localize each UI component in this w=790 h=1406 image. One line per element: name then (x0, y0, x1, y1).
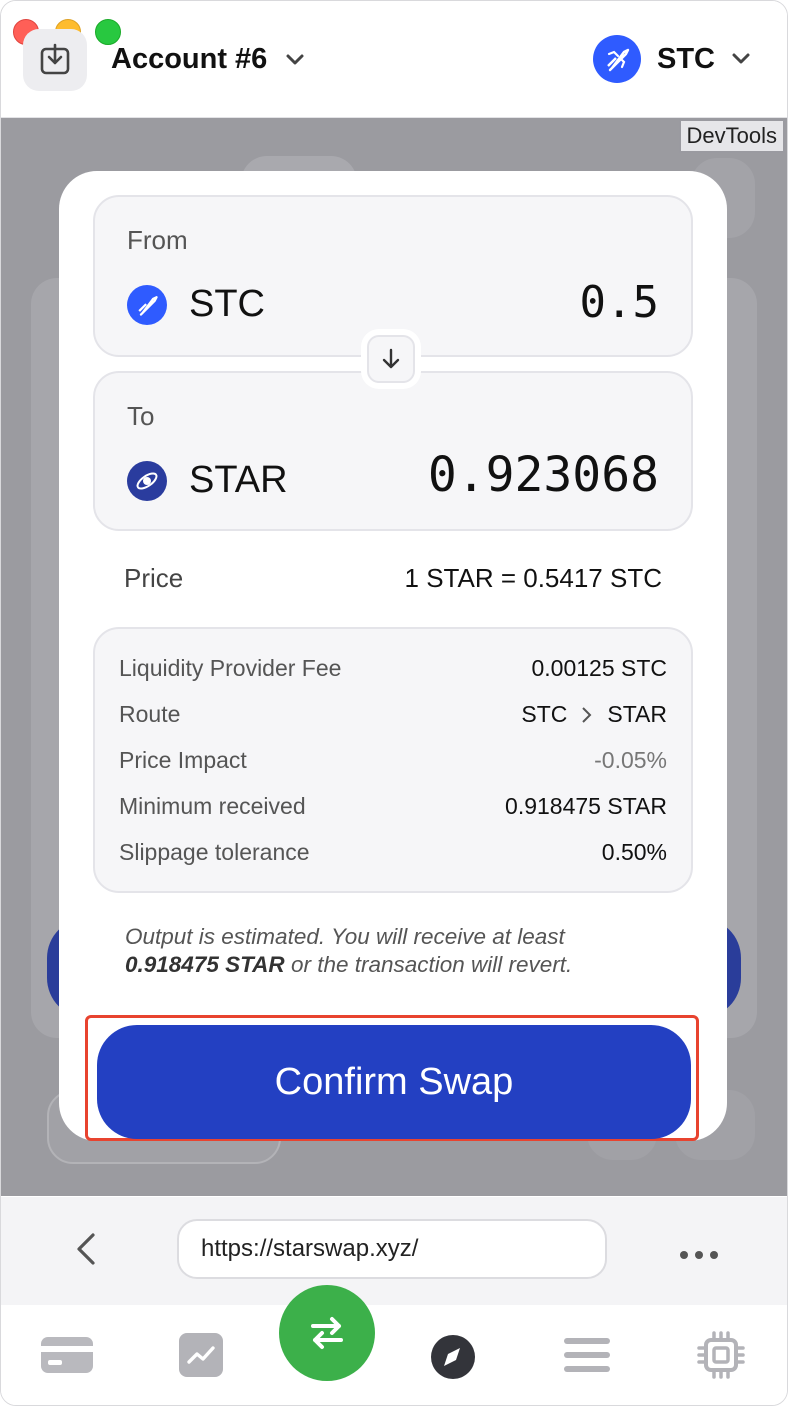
star-token-icon (127, 460, 167, 501)
detail-row-route: Route STC STAR (119, 701, 667, 728)
to-panel: To STAR 0.923068 (93, 371, 693, 531)
detail-row-slippage: Slippage tolerance 0.50% (119, 839, 667, 866)
confirm-swap-modal: From STC 0.5 To STAR 0.923068 Price 1 ST… (59, 171, 727, 1141)
note-amount: 0.918475 STAR (125, 952, 285, 977)
detail-value: 0.50% (601, 839, 667, 865)
more-button[interactable] (679, 1235, 719, 1267)
bottom-tab-bar (1, 1305, 787, 1405)
note-suffix: or the transaction will revert. (290, 952, 573, 977)
swap-details: Liquidity Provider Fee 0.00125 STC Route… (93, 627, 693, 893)
from-token: STC (127, 283, 265, 326)
detail-row-price-impact: Price Impact -0.05% (119, 747, 667, 774)
from-label: From (127, 225, 188, 255)
price-value: 1 STAR = 0.5417 STC (404, 563, 662, 593)
from-amount: 0.5 (579, 277, 659, 328)
detail-value: -0.05% (594, 747, 667, 773)
to-amount: 0.923068 (427, 447, 659, 503)
to-label: To (127, 401, 155, 431)
confirm-swap-button[interactable]: Confirm Swap (97, 1025, 691, 1139)
detail-row-lp-fee: Liquidity Provider Fee 0.00125 STC (119, 655, 667, 682)
tab-discover[interactable] (429, 1333, 477, 1381)
swap-icon (311, 1317, 343, 1349)
starcoin-logo-icon (127, 284, 167, 325)
to-token-symbol: STAR (189, 459, 288, 501)
account-selector[interactable]: Account #6 (111, 43, 305, 76)
arrow-down-icon (367, 335, 415, 383)
detail-row-minimum-received: Minimum received 0.918475 STAR (119, 793, 667, 820)
route-from: STC (521, 701, 568, 727)
devtools-button[interactable]: DevTools (678, 119, 785, 153)
chevron-right-icon (582, 706, 592, 723)
compass-icon (431, 1335, 475, 1379)
detail-label: Price Impact (119, 747, 247, 773)
swap-direction (361, 329, 421, 389)
tab-settings[interactable] (697, 1331, 745, 1379)
window-maximize-button[interactable] (95, 19, 121, 45)
wallet-icon (41, 1337, 93, 1373)
app-window: Account #6 STC DevTools From STC 0.5 To … (0, 0, 788, 1406)
starcoin-logo-icon (593, 35, 641, 83)
route-to: STAR (607, 701, 667, 727)
detail-value: 0.00125 STC (531, 655, 667, 681)
detail-label: Liquidity Provider Fee (119, 655, 342, 681)
title-bar: Account #6 STC (1, 1, 787, 118)
note-prefix: Output is estimated. You will receive at… (125, 924, 565, 949)
browser-bar: https://starswap.xyz/ (1, 1197, 787, 1305)
url-field[interactable]: https://starswap.xyz/ (177, 1219, 607, 1279)
back-icon (77, 1233, 95, 1265)
price-label: Price (124, 563, 184, 593)
swap-tab-button[interactable] (279, 1285, 375, 1381)
import-button[interactable] (23, 29, 87, 91)
to-token: STAR (127, 459, 288, 502)
menu-icon (564, 1338, 610, 1372)
detail-label: Minimum received (119, 793, 306, 819)
chip-icon (697, 1331, 745, 1379)
estimate-note: Output is estimated. You will receive at… (125, 923, 645, 979)
import-icon (40, 43, 70, 75)
detail-label: Route (119, 701, 181, 727)
more-icon (680, 1251, 718, 1259)
chart-icon (179, 1333, 223, 1377)
price-row: Price 1 STAR = 0.5417 STC (124, 563, 662, 594)
network-selector[interactable]: STC (593, 35, 751, 83)
tab-markets[interactable] (177, 1331, 225, 1379)
tab-wallet[interactable] (39, 1335, 95, 1375)
detail-value: 0.918475 STAR (505, 793, 667, 819)
back-button[interactable] (71, 1229, 101, 1269)
chevron-down-icon (286, 54, 304, 64)
network-label: STC (657, 42, 715, 75)
detail-label: Slippage tolerance (119, 839, 310, 865)
chevron-down-icon (732, 53, 750, 64)
tab-menu[interactable] (563, 1335, 611, 1375)
from-token-symbol: STC (189, 283, 265, 325)
account-label: Account #6 (111, 43, 268, 75)
route-value: STC STAR (521, 701, 667, 728)
